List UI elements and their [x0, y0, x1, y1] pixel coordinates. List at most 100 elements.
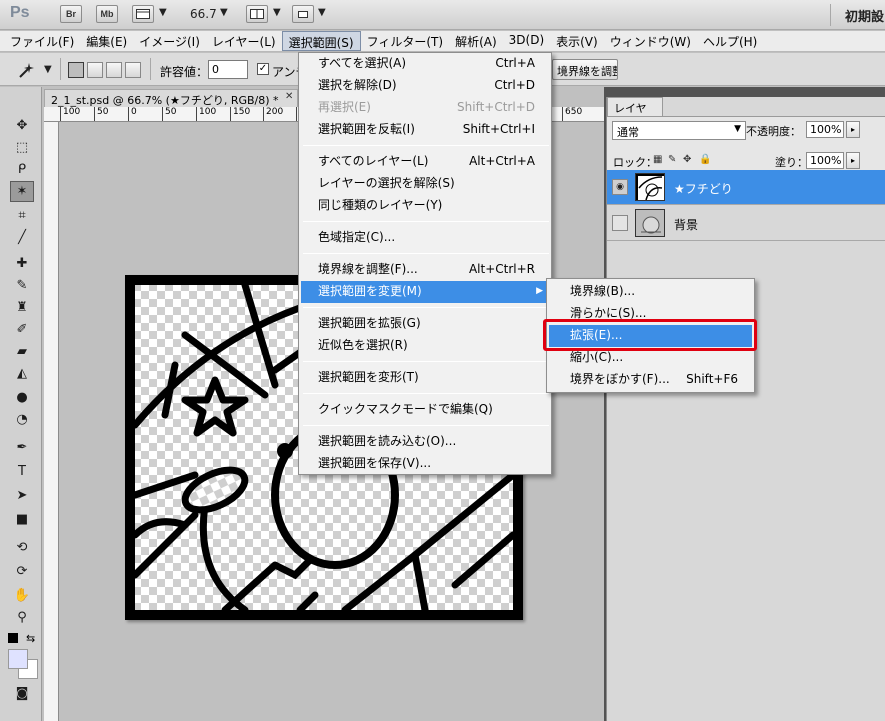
add-to-selection-icon[interactable] [87, 62, 103, 78]
menu-image[interactable]: イメージ(I) [133, 31, 206, 51]
menu-item-color-range[interactable]: 色域指定(C)... [301, 227, 549, 249]
shortcut-label: Shift+Ctrl+I [462, 122, 535, 136]
healing-brush-tool-icon[interactable]: ✚ [10, 253, 34, 274]
layer-row[interactable]: ◉ ★フチどり [607, 170, 885, 205]
menu-3d[interactable]: 3D(D) [503, 31, 550, 51]
menu-item-quick-mask[interactable]: クイックマスクモードで編集(Q) [301, 399, 549, 421]
menu-item-deselect[interactable]: 選択を解除(D) Ctrl+D [301, 75, 549, 97]
workspace-switcher[interactable]: 初期設 [845, 6, 884, 25]
lock-transparency-icon[interactable]: ▦ [653, 154, 662, 165]
menu-window[interactable]: ウィンドウ(W) [604, 31, 697, 51]
close-document-icon[interactable]: ✕ [285, 91, 293, 102]
vertical-ruler [44, 122, 59, 721]
hand-tool-icon[interactable]: ✋ [10, 585, 34, 606]
menu-help[interactable]: ヘルプ(H) [697, 31, 763, 51]
document-tab[interactable]: 2_1_st.psd @ 66.7% (★フチどり, RGB/8) * [44, 89, 298, 107]
menu-item-all-layers[interactable]: すべてのレイヤー(L) Alt+Ctrl+A [301, 151, 549, 173]
view-extras-button[interactable] [132, 5, 154, 23]
fill-slider-arrow-icon[interactable]: ▸ [846, 152, 860, 169]
opacity-input[interactable]: 100% [806, 121, 844, 138]
layer-name[interactable]: ★フチどり [674, 180, 733, 197]
menu-edit[interactable]: 編集(E) [80, 31, 133, 51]
intersect-selection-icon[interactable] [125, 62, 141, 78]
menu-item-grow[interactable]: 選択範囲を拡張(G) [301, 313, 549, 335]
foreground-color-swatch[interactable] [8, 649, 28, 669]
menu-item-label: 境界をぼかす(F)... [570, 372, 670, 386]
type-tool-icon[interactable]: T [10, 461, 34, 482]
menu-item-label: 選択範囲を反転(I) [318, 122, 415, 136]
menu-item-transform-selection[interactable]: 選択範囲を変形(T) [301, 367, 549, 389]
arrange-dropdown-icon[interactable]: ▼ [273, 7, 281, 18]
menu-item-select-all[interactable]: すべてを選択(A) Ctrl+A [301, 53, 549, 75]
view-extras-dropdown-icon[interactable]: ▼ [159, 7, 167, 18]
blur-tool-icon[interactable]: ● [10, 387, 34, 408]
magic-wand-tool-icon[interactable]: ✶ [10, 181, 34, 202]
dodge-tool-icon[interactable]: ◔ [10, 409, 34, 430]
lock-all-icon[interactable]: 🔒 [699, 154, 711, 165]
menu-item-deselect-layers[interactable]: レイヤーの選択を解除(S) [301, 173, 549, 195]
lock-position-icon[interactable]: ✥ [683, 154, 691, 165]
menu-filter[interactable]: フィルター(T) [361, 31, 449, 51]
mini-bridge-button[interactable]: Mb [96, 5, 118, 23]
menu-item-reselect[interactable]: 再選択(E) Shift+Ctrl+D [301, 97, 549, 119]
3d-orbit-tool-icon[interactable]: ⟳ [10, 561, 34, 582]
antialias-checkbox[interactable]: ✓ [257, 63, 269, 75]
fill-input[interactable]: 100% [806, 152, 844, 169]
history-brush-tool-icon[interactable]: ✐ [10, 319, 34, 340]
menu-item-save-selection[interactable]: 選択範囲を保存(V)... [301, 453, 549, 475]
brush-tool-icon[interactable]: ✎ [10, 275, 34, 296]
eyedropper-tool-icon[interactable]: ╱ [10, 227, 34, 248]
screen-mode-button[interactable] [292, 5, 314, 23]
shortcut-label: Alt+Ctrl+R [468, 262, 535, 276]
menu-item-border[interactable]: 境界線(B)... [549, 281, 752, 303]
swap-colors-icon[interactable]: ⇆ [26, 632, 35, 645]
3d-rotate-tool-icon[interactable]: ⟲ [10, 537, 34, 558]
tool-preset-dropdown-icon[interactable]: ▼ [44, 64, 52, 75]
visibility-eye-icon[interactable]: ◉ [612, 179, 628, 195]
zoom-level[interactable]: 66.7 [190, 7, 217, 21]
menu-select[interactable]: 選択範囲(S) [281, 31, 361, 51]
menu-item-load-selection[interactable]: 選択範囲を読み込む(O)... [301, 431, 549, 453]
blend-mode-select[interactable]: 通常 ▼ [612, 121, 746, 140]
menu-item-inverse[interactable]: 選択範囲を反転(I) Shift+Ctrl+I [301, 119, 549, 141]
layer-row[interactable]: 背景 [607, 206, 885, 241]
eraser-tool-icon[interactable]: ▰ [10, 341, 34, 362]
new-selection-icon[interactable] [68, 62, 84, 78]
layer-name[interactable]: 背景 [674, 216, 698, 233]
zoom-dropdown-icon[interactable]: ▼ [220, 7, 228, 18]
arrange-documents-button[interactable] [246, 5, 268, 23]
tolerance-input[interactable]: 0 [208, 60, 248, 79]
opacity-slider-arrow-icon[interactable]: ▸ [846, 121, 860, 138]
pen-tool-icon[interactable]: ✒ [10, 437, 34, 458]
lock-image-icon[interactable]: ✎ [668, 154, 676, 165]
move-tool-icon[interactable]: ✥ [10, 115, 34, 136]
marquee-tool-icon[interactable]: ⬚ [10, 137, 34, 158]
subtract-from-selection-icon[interactable] [106, 62, 122, 78]
shape-tool-icon[interactable]: ■ [10, 509, 34, 530]
menu-file[interactable]: ファイル(F) [4, 31, 80, 51]
screen-mode-dropdown-icon[interactable]: ▼ [318, 7, 326, 18]
menu-item-refine-edge[interactable]: 境界線を調整(F)... Alt+Ctrl+R [301, 259, 549, 281]
paint-bucket-tool-icon[interactable]: ◭ [10, 363, 34, 384]
menu-item-similar[interactable]: 近似色を選択(R) [301, 335, 549, 357]
menu-separator [303, 253, 549, 254]
menu-item-modify[interactable]: 選択範囲を変更(M) ▶ [301, 281, 549, 303]
menu-layer[interactable]: レイヤー(L) [206, 31, 282, 51]
quick-mask-icon[interactable]: ◙ [10, 683, 34, 704]
menu-view[interactable]: 表示(V) [550, 31, 604, 51]
bridge-button[interactable]: Br [60, 5, 82, 23]
menu-analysis[interactable]: 解析(A) [449, 31, 503, 51]
visibility-toggle[interactable] [612, 215, 628, 231]
zoom-tool-icon[interactable]: ⚲ [10, 607, 34, 628]
default-colors-icon[interactable] [8, 633, 18, 643]
refine-edge-button[interactable]: 境界線を調整... [552, 59, 618, 80]
ruler-tick-label: 100 [60, 107, 80, 121]
clone-stamp-tool-icon[interactable]: ♜ [10, 297, 34, 318]
lasso-tool-icon[interactable]: ᑭ [10, 159, 34, 180]
layers-tab[interactable]: レイヤー [607, 97, 663, 131]
tool-preset-picker[interactable] [14, 59, 38, 80]
crop-tool-icon[interactable]: ⌗ [10, 205, 34, 226]
menu-item-similar-layers[interactable]: 同じ種類のレイヤー(Y) [301, 195, 549, 217]
path-selection-tool-icon[interactable]: ➤ [10, 485, 34, 506]
menu-item-feather[interactable]: 境界をぼかす(F)... Shift+F6 [549, 369, 752, 391]
